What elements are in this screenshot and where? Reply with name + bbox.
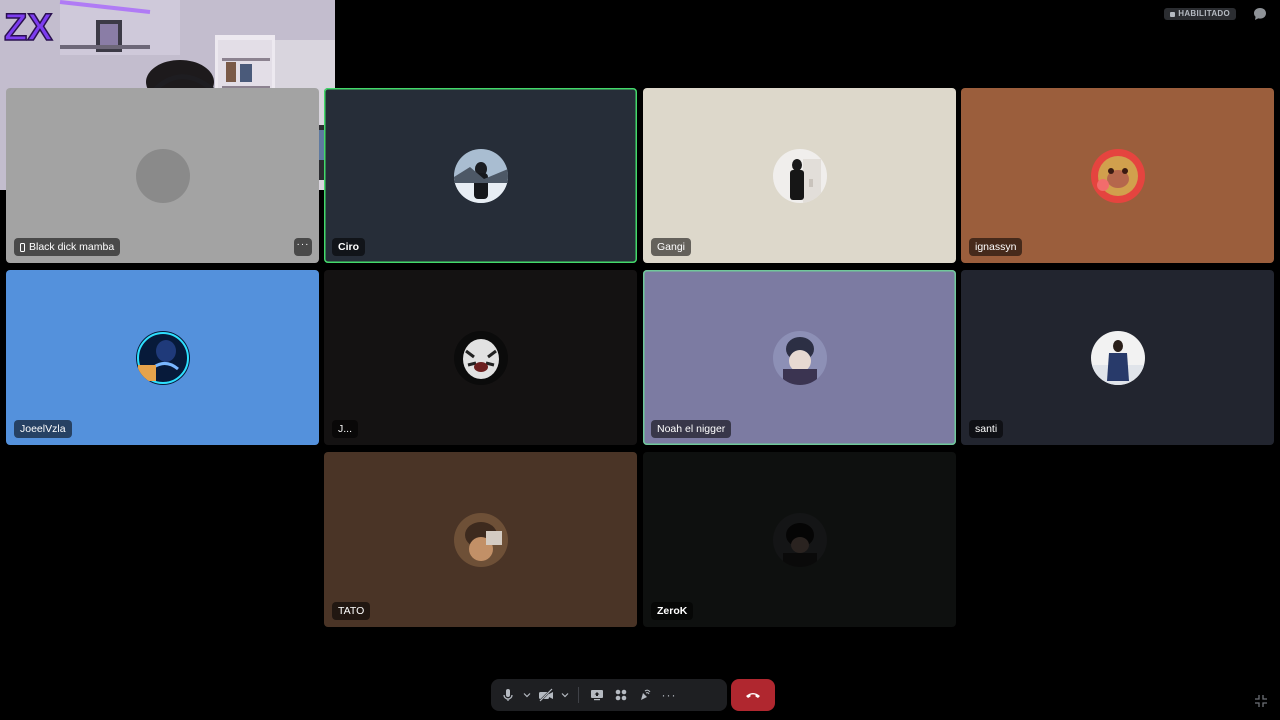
chevron-down-icon [523,693,531,698]
participant-name-tag: TATO [332,602,371,620]
participant-name: TATO [338,605,365,617]
divider [578,687,579,703]
participant-name-tag: Black dick mamba [14,238,121,256]
participant-name-tag: J... [332,420,359,438]
activities-icon [615,689,627,701]
participant-name-tag: JoeelVzla [14,420,72,438]
activities-button[interactable] [610,684,632,706]
tile-more-button[interactable]: ··· [294,238,312,256]
participant-name-tag: Noah el nigger [651,420,732,438]
chevron-down-icon [561,693,569,698]
participant-name: Black dick mamba [29,241,115,253]
participant-name: ignassyn [975,241,1017,253]
more-icon: ··· [661,688,677,702]
avatar [772,330,827,385]
screen-share-button[interactable] [586,684,608,706]
participant-name: Ciro [338,241,359,253]
soundboard-button[interactable] [634,684,656,706]
chat-icon[interactable] [1252,6,1268,22]
participant-tile-tato[interactable]: TATO [324,452,637,627]
participant-tile-ciro[interactable]: Ciro [324,88,637,263]
participant-name-tag: santi [969,420,1004,438]
participant-name: Noah el nigger [657,423,726,435]
camera-off-icon [539,688,553,702]
camera-options-button[interactable] [559,684,571,706]
microphone-options-button[interactable] [521,684,533,706]
avatar [772,148,827,203]
participant-tile-j[interactable]: J... [324,270,637,445]
avatar [1090,330,1145,385]
participant-name: J... [338,423,353,435]
avatar [453,512,508,567]
screen-share-icon [591,690,603,701]
logo: ZX [4,7,53,49]
participant-tile-joeelvzla[interactable]: JoeelVzla [6,270,319,445]
disconnect-button[interactable] [731,679,775,711]
status-badge-label: HABILITADO [1178,9,1230,18]
participant-tile-noah[interactable]: Noah el nigger [643,270,956,445]
status-icon [1170,11,1176,17]
participant-tile-ignassyn[interactable]: ignassyn [961,88,1274,263]
participant-name: Gangi [657,241,686,253]
participant-tile-gangi[interactable]: Gangi [643,88,956,263]
participant-tile-zerok[interactable]: ZeroK [643,452,956,627]
participant-tile-santi[interactable]: santi [961,270,1274,445]
participant-name-tag: ignassyn [969,238,1023,256]
participant-name-tag: Ciro [332,238,365,256]
microphone-icon [503,689,513,701]
camera-button[interactable] [535,684,557,706]
participant-name: ZeroK [657,605,688,617]
status-badge[interactable]: HABILITADO [1164,8,1236,20]
avatar [453,148,508,203]
disconnect-icon [746,693,760,698]
participant-name-tag: ZeroK [651,602,694,620]
participant-name-tag: Gangi [651,238,692,256]
soundboard-icon [641,689,651,700]
avatar [1090,148,1145,203]
avatar [772,512,827,567]
mobile-phone-icon [20,242,25,252]
voice-controls-bar: ··· [491,679,727,711]
more-options-button[interactable]: ··· [658,684,680,706]
participant-name: santi [975,423,998,435]
avatar [135,330,190,385]
microphone-button[interactable] [497,684,519,706]
avatar [135,148,190,203]
participant-tile-black-dick-mamba[interactable]: Black dick mamba ··· [6,88,319,263]
participant-name: JoeelVzla [20,423,66,435]
fullscreen-icon[interactable] [1254,694,1268,708]
avatar [453,330,508,385]
